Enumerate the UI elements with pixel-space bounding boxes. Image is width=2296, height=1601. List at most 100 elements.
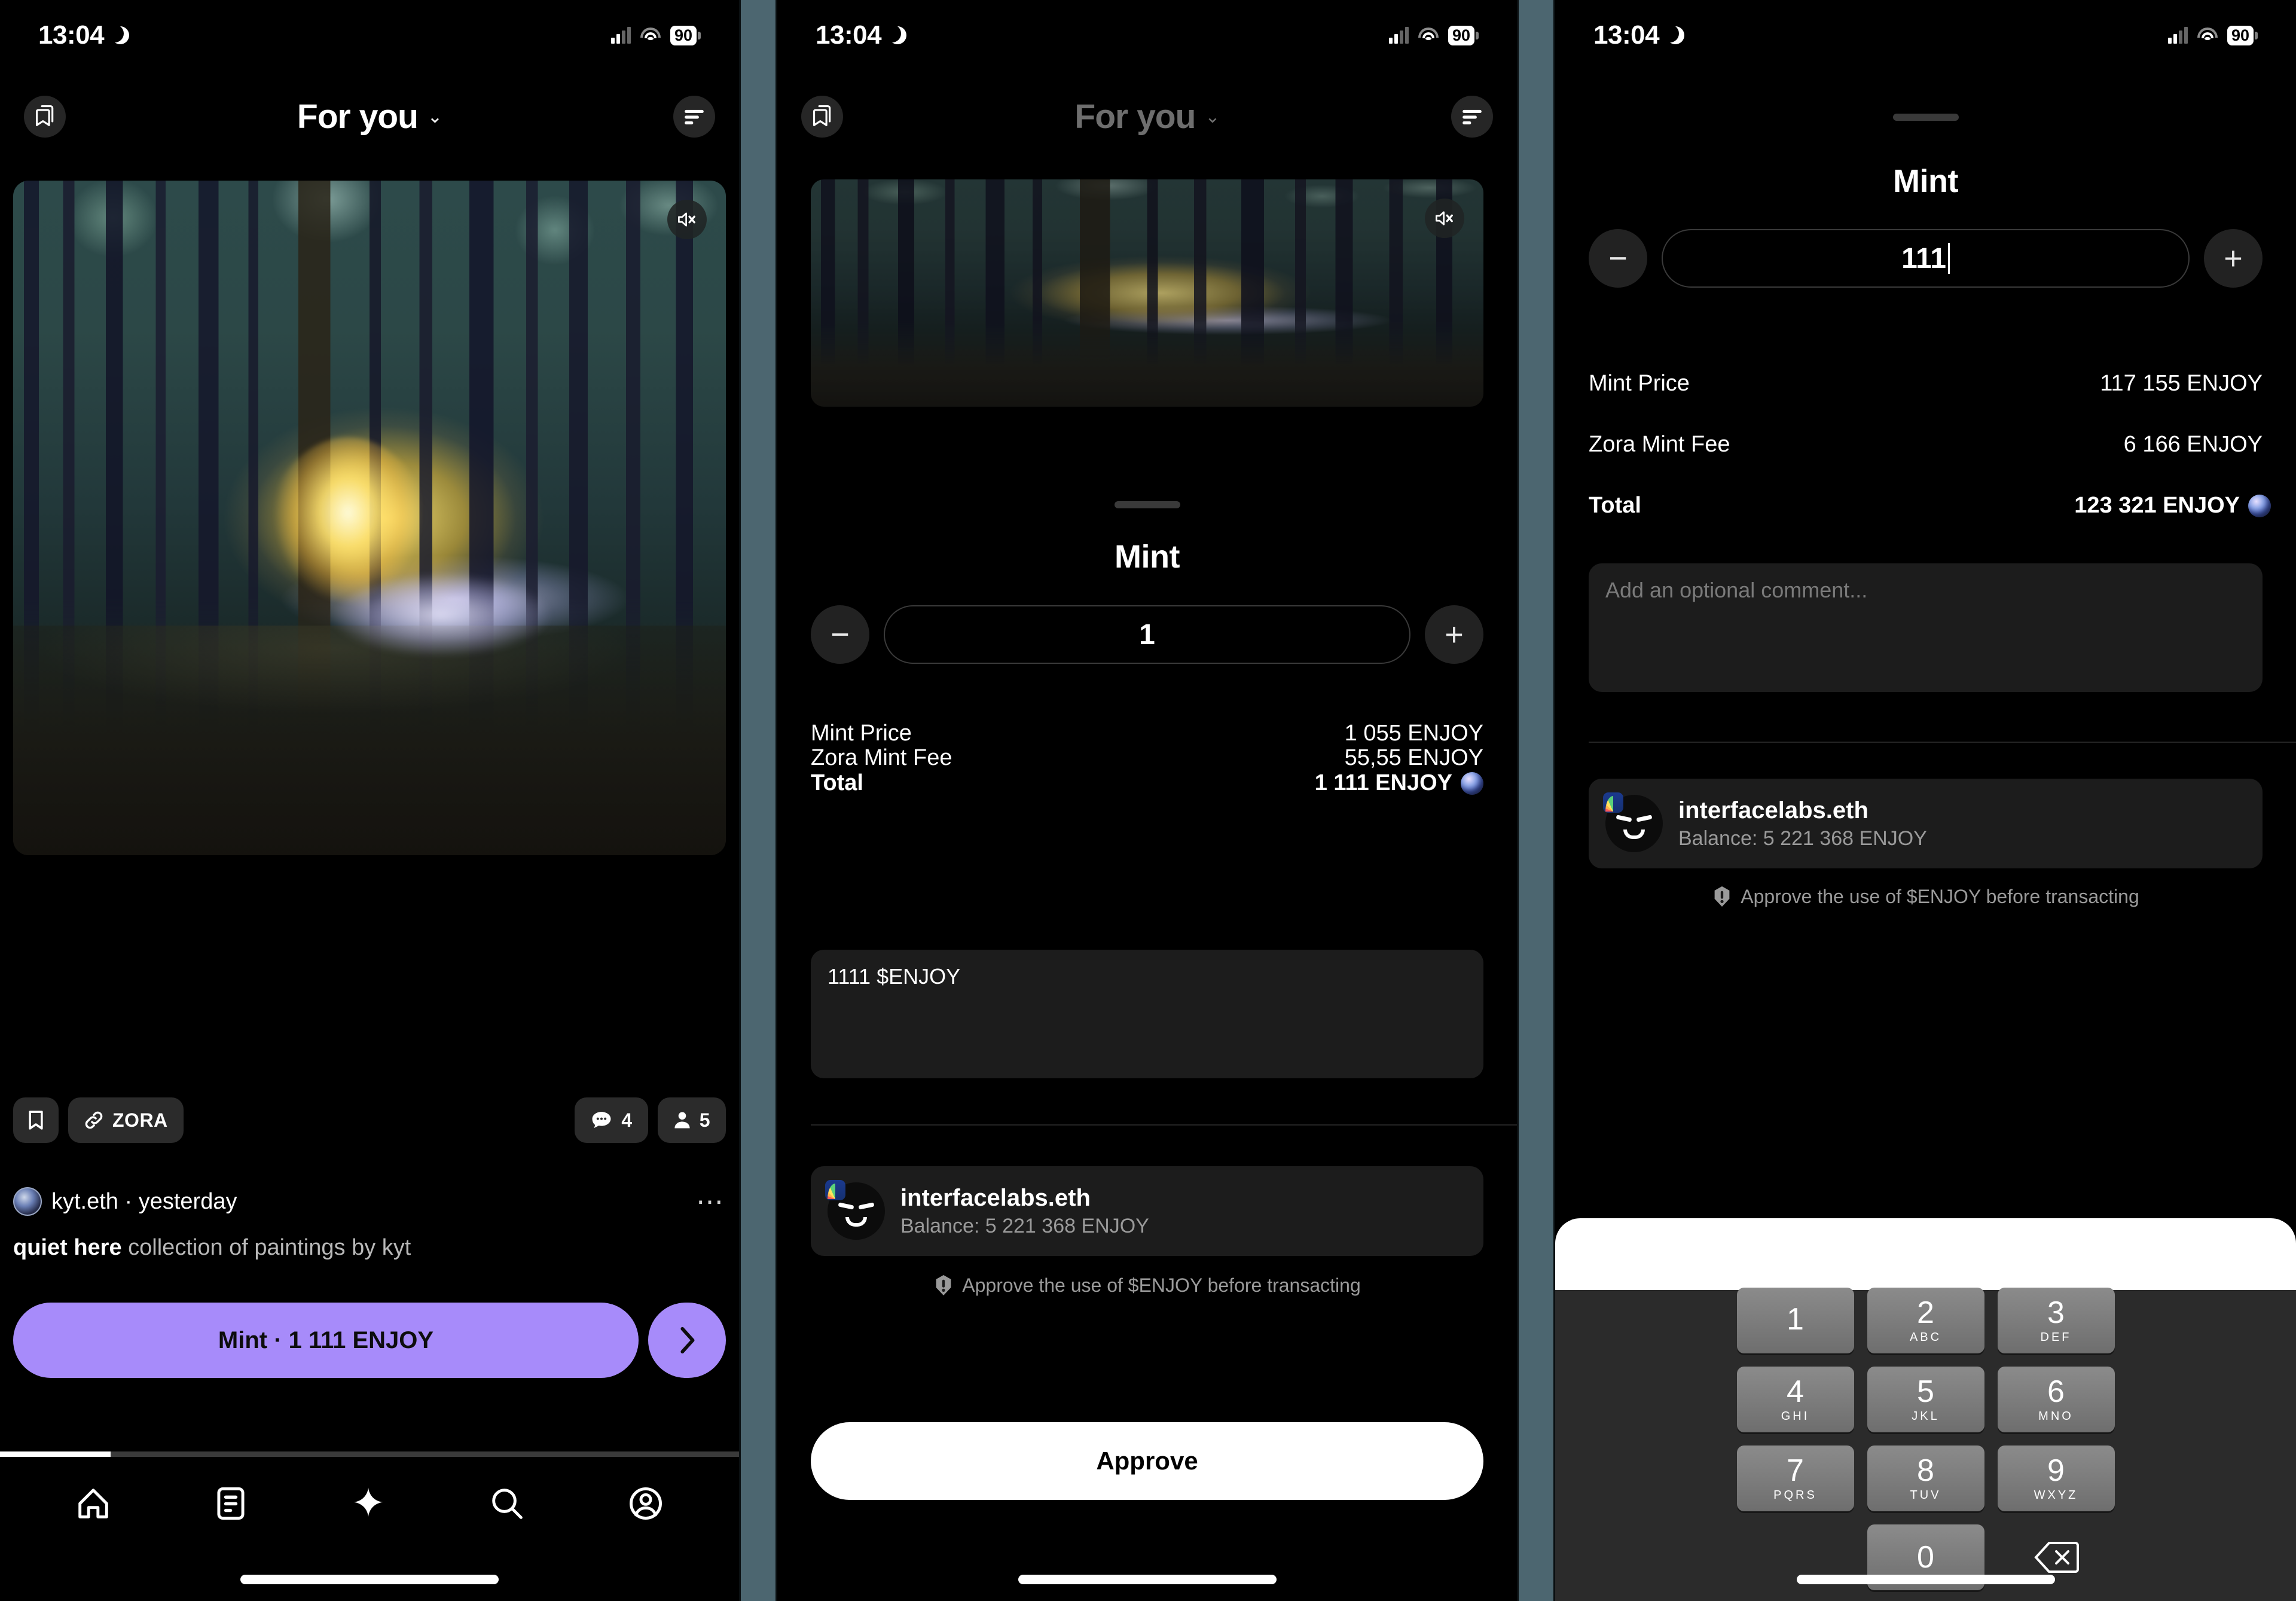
increment-button[interactable]: + xyxy=(2204,229,2263,288)
approve-notice: Approve the use of $ENJOY before transac… xyxy=(1555,885,2296,908)
key-number: 6 xyxy=(2047,1374,2065,1409)
key-5[interactable]: 5 JKL xyxy=(1867,1367,1984,1432)
post-actions-right: 4 5 xyxy=(575,1097,726,1143)
quantity-input[interactable]: 1 xyxy=(884,605,1410,664)
bookmark-icon xyxy=(35,105,54,126)
more-horizontal-icon[interactable]: ⋯ xyxy=(696,1187,726,1215)
avatar xyxy=(13,1187,42,1216)
key-7[interactable]: 7 PQRS xyxy=(1736,1446,1854,1511)
comment-input[interactable]: 1111 $ENJOY xyxy=(811,950,1483,1078)
author-name: kyt.eth · yesterday xyxy=(51,1188,237,1214)
battery-percent: 90 xyxy=(2227,25,2254,45)
tab-create[interactable] xyxy=(351,1486,386,1524)
total-label: Total xyxy=(1589,493,1641,518)
wallet-balance: Balance: 5 221 368 ENJOY xyxy=(900,1214,1149,1237)
clock: 13:04 xyxy=(38,20,105,50)
post-media[interactable] xyxy=(13,181,726,855)
mute-toggle-button[interactable] xyxy=(1425,199,1464,238)
backspace-icon xyxy=(2034,1542,2079,1573)
status-bar-left: 13:04 xyxy=(1593,20,1685,50)
status-bar-left: 13:04 xyxy=(816,20,907,50)
decrement-button[interactable]: − xyxy=(811,605,869,664)
next-post-button[interactable] xyxy=(648,1303,726,1378)
caption-rest: collection of paintings by kyt xyxy=(121,1235,411,1260)
mint-button[interactable]: Mint · 1 111 ENJOY xyxy=(13,1303,639,1378)
quantity-input[interactable]: 111 xyxy=(1662,229,2190,288)
mute-toggle-button[interactable] xyxy=(667,200,707,239)
wallet-name: interfacelabs.eth xyxy=(1678,797,1868,824)
key-8[interactable]: 8 TUV xyxy=(1867,1446,1984,1511)
comment-input[interactable]: Add an optional comment... xyxy=(1589,563,2263,692)
filter-button[interactable] xyxy=(673,96,715,138)
do-not-disturb-moon-icon xyxy=(1661,25,1685,44)
cellular-signal-icon xyxy=(2167,27,2188,44)
keypad-row: 7 PQRS 8 TUV 9 WXYZ xyxy=(1562,1446,2289,1511)
status-bar-right: 90 xyxy=(2167,25,2258,45)
author-info[interactable]: kyt.eth · yesterday xyxy=(13,1187,237,1216)
avatar-eye-right xyxy=(1636,815,1653,822)
bottom-tab-bar xyxy=(0,1460,739,1550)
tab-feed[interactable] xyxy=(215,1486,247,1524)
total-value: 123 321 ENJOY xyxy=(2074,493,2240,518)
wallet-balance: Balance: 5 221 368 ENJOY xyxy=(1678,827,1927,850)
battery-indicator: 90 xyxy=(670,25,701,45)
keypad-grid: 1 2 ABC 3 DEF 4 GHI 5 JKL 6 MNO 7 PQRS 8… xyxy=(1555,1288,2296,1590)
key-letters: PQRS xyxy=(1773,1488,1817,1502)
sheet-grabber[interactable] xyxy=(1114,501,1180,508)
avatar-eye-right xyxy=(858,1202,875,1210)
total-value-group: 123 321 ENJOY xyxy=(2074,493,2271,519)
bookmarks-button[interactable] xyxy=(24,96,66,138)
source-zora-button[interactable]: ZORA xyxy=(68,1097,184,1143)
total-row: Total 123 321 ENJOY xyxy=(1589,493,2271,519)
bookmarks-button[interactable] xyxy=(801,96,843,138)
post-media-peek xyxy=(811,179,1483,407)
approve-button[interactable]: Approve xyxy=(811,1422,1483,1500)
key-letters: JKL xyxy=(1912,1409,1940,1423)
feed-selector[interactable]: For you ⌄ xyxy=(1074,97,1220,136)
token-orb-icon xyxy=(1461,771,1483,795)
tab-search[interactable] xyxy=(490,1486,524,1524)
key-3[interactable]: 3 DEF xyxy=(1997,1288,2115,1353)
do-not-disturb-moon-icon xyxy=(883,25,907,44)
collectors-button[interactable]: 5 xyxy=(657,1097,726,1143)
home-icon xyxy=(78,1488,108,1518)
key-6[interactable]: 6 MNO xyxy=(1997,1367,2115,1432)
approve-button-peek[interactable] xyxy=(1555,1218,2296,1290)
link-icon xyxy=(85,1111,103,1129)
section-divider xyxy=(1589,742,2296,743)
key-2[interactable]: 2 ABC xyxy=(1867,1288,1984,1353)
key-4[interactable]: 4 GHI xyxy=(1736,1367,1854,1432)
key-9[interactable]: 9 WXYZ xyxy=(1997,1446,2115,1511)
avatar-eye-left xyxy=(1616,815,1632,822)
token-orb-icon xyxy=(2248,494,2271,517)
approve-notice: Approve the use of $ENJOY before transac… xyxy=(777,1274,1517,1297)
tab-home[interactable] xyxy=(76,1486,111,1524)
status-bar: 13:04 90 xyxy=(0,0,739,71)
home-indicator xyxy=(1018,1575,1277,1584)
battery-percent: 90 xyxy=(1448,25,1474,45)
filter-icon xyxy=(1463,109,1482,124)
artwork-image xyxy=(811,179,1483,407)
filter-button[interactable] xyxy=(1451,96,1493,138)
decrement-button[interactable]: − xyxy=(1589,229,1647,288)
increment-button[interactable]: + xyxy=(1425,605,1483,664)
home-indicator xyxy=(240,1575,499,1584)
screen-feed: 13:04 90 For you ⌄ ZORA 4 5 kyt.eth · ye… xyxy=(0,0,739,1601)
key-1[interactable]: 1 xyxy=(1736,1288,1854,1353)
cellular-signal-icon xyxy=(1388,27,1409,44)
status-bar: 13:04 90 xyxy=(777,0,1517,71)
key-number: 4 xyxy=(1787,1374,1804,1409)
comments-button[interactable]: 4 xyxy=(575,1097,648,1143)
tab-profile[interactable] xyxy=(628,1486,663,1524)
clock: 13:04 xyxy=(816,20,882,50)
filter-icon xyxy=(685,109,704,124)
wallet-card[interactable]: interfacelabs.eth Balance: 5 221 368 ENJ… xyxy=(1589,779,2263,868)
mint-price-row: Mint Price 117 155 ENJOY xyxy=(1589,371,2263,397)
feed-selector[interactable]: For you ⌄ xyxy=(297,97,442,136)
zora-mint-fee-label: Zora Mint Fee xyxy=(811,745,952,770)
key-number: 3 xyxy=(2047,1295,2065,1330)
sheet-grabber[interactable] xyxy=(1892,114,1959,121)
save-post-button[interactable] xyxy=(13,1097,59,1143)
wallet-card[interactable]: interfacelabs.eth Balance: 5 221 368 ENJ… xyxy=(811,1166,1483,1256)
mint-price-value: 1 055 ENJOY xyxy=(1344,721,1483,746)
